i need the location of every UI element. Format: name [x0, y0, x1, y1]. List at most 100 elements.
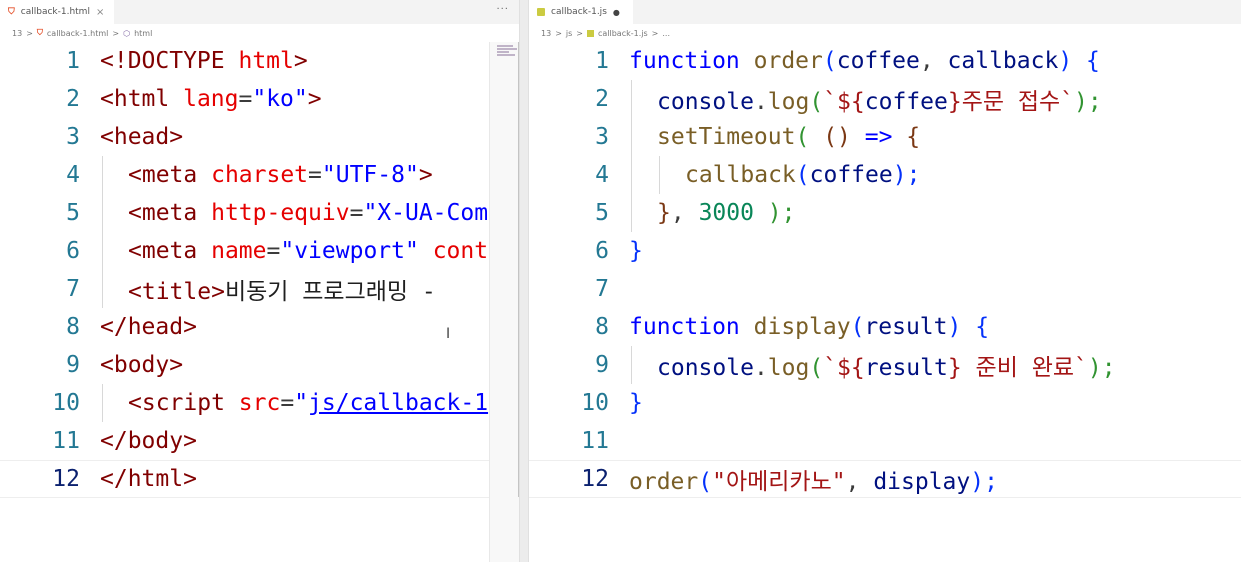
pane-splitter[interactable] — [519, 0, 529, 562]
line-number: 6 — [66, 238, 80, 264]
indent-guide — [631, 194, 632, 232]
line-content: <head> — [100, 124, 184, 150]
code-editor-js[interactable]: 1 function order(coffee, callback) { 2 c… — [529, 42, 1241, 562]
line-number: 5 — [66, 200, 80, 226]
line-content: console.log(`${coffee}주문 접수`); — [657, 89, 1102, 115]
js-file-icon — [586, 29, 594, 37]
vertical-scrollbar[interactable] — [489, 42, 519, 562]
indent-guide — [631, 80, 632, 118]
tab-callback-js[interactable]: callback-1.js ● — [529, 0, 633, 24]
line-number: 1 — [595, 48, 609, 74]
line-number: 9 — [66, 352, 80, 378]
line-number: 2 — [66, 86, 80, 112]
line-content: setTimeout( () => { — [657, 124, 921, 150]
line-number: 4 — [66, 162, 80, 188]
code-line: 2 console.log(`${coffee}주문 접수`); — [529, 80, 1241, 118]
breadcrumb-number: 13 — [12, 28, 23, 38]
line-number: 6 — [595, 238, 609, 264]
code-line: 10 } — [529, 384, 1241, 422]
code-line: 7 — [529, 270, 1241, 308]
line-content: } — [629, 390, 643, 416]
line-number: 12 — [581, 466, 609, 492]
unsaved-dot-icon[interactable]: ● — [613, 8, 620, 17]
breadcrumb-separator: > — [651, 28, 659, 38]
breadcrumb-separator: > — [112, 28, 120, 38]
line-number: 9 — [595, 352, 609, 378]
code-line: 3 <head> — [0, 118, 519, 156]
code-line: 9 console.log(`${result} 준비 완료`); — [529, 346, 1241, 384]
left-tab-bar: ⛉ callback-1.html × ··· — [0, 0, 519, 24]
code-line: 3 setTimeout( () => { — [529, 118, 1241, 156]
indent-guide — [102, 156, 103, 194]
code-line: 6 <meta name="viewport" cont — [0, 232, 519, 270]
code-line: 4 callback(coffee); — [529, 156, 1241, 194]
line-number: 11 — [52, 428, 80, 454]
tab-title: callback-1.js — [551, 7, 607, 17]
code-line: 9 <body> — [0, 346, 519, 384]
line-number: 4 — [595, 162, 609, 188]
breadcrumb: 13 > js > callback-1.js > ... — [529, 24, 1241, 42]
breadcrumb-number: 13 — [541, 28, 552, 38]
code-line: 1 <!DOCTYPE html> — [0, 42, 519, 80]
line-number: 7 — [66, 276, 80, 302]
code-line: 5 }, 3000 ); — [529, 194, 1241, 232]
line-content: <html lang="ko"> — [100, 86, 322, 112]
html5-file-icon: ⛉ — [8, 7, 15, 17]
code-line-current: 12 </html> — [0, 460, 519, 498]
line-number: 8 — [595, 314, 609, 340]
text-cursor-icon: I — [446, 326, 451, 342]
line-content: <meta http-equiv="X-UA-Com — [128, 200, 489, 226]
line-content: function display(result) { — [629, 314, 990, 340]
symbol-icon: ⬡ — [123, 28, 131, 38]
code-line: 11 </body> — [0, 422, 519, 460]
line-content: </head> — [100, 314, 197, 340]
script-src-link[interactable]: js/callback-1 — [308, 390, 488, 416]
indent-guide — [631, 346, 632, 384]
line-content: callback(coffee); — [685, 162, 921, 188]
indent-guide — [102, 194, 103, 232]
line-number: 1 — [66, 48, 80, 74]
line-content: order("아메리카노", display); — [629, 469, 998, 495]
code-line-current: 12 order("아메리카노", display); — [529, 460, 1241, 498]
line-number: 12 — [52, 466, 80, 492]
line-content: } — [629, 238, 643, 264]
line-content: <meta charset="UTF-8"> — [128, 162, 433, 188]
code-line: 2 <html lang="ko"> — [0, 80, 519, 118]
line-content: <!DOCTYPE html> — [100, 48, 308, 74]
breadcrumb-file[interactable]: callback-1.js — [598, 29, 648, 38]
close-icon[interactable]: × — [96, 7, 104, 18]
code-line: 1 function order(coffee, callback) { — [529, 42, 1241, 80]
breadcrumb-more[interactable]: ... — [662, 29, 670, 38]
line-number: 5 — [595, 200, 609, 226]
indent-guide — [102, 232, 103, 270]
code-line: 7 <title>비동기 프로그래밍 - — [0, 270, 519, 308]
breadcrumb-symbol[interactable]: html — [134, 29, 152, 38]
tab-callback-html[interactable]: ⛉ callback-1.html × — [0, 0, 114, 24]
breadcrumb: 13 > ⛉ callback-1.html > ⬡ html — [0, 24, 519, 42]
right-editor-group: callback-1.js ● 13 > js > callback-1.js … — [529, 0, 1241, 562]
line-number: 10 — [581, 390, 609, 416]
breadcrumb-file[interactable]: callback-1.html — [47, 29, 109, 38]
code-line: 6 } — [529, 232, 1241, 270]
code-line: 10 <script src="js/callback-1 — [0, 384, 519, 422]
line-content: }, 3000 ); — [657, 200, 796, 226]
code-line: 8 </head> — [0, 308, 519, 346]
breadcrumb-folder[interactable]: js — [566, 29, 572, 38]
minimap[interactable] — [497, 44, 517, 60]
line-content: function order(coffee, callback) { — [629, 48, 1100, 74]
line-number: 10 — [52, 390, 80, 416]
line-content: </html> — [100, 466, 197, 492]
line-content: <body> — [100, 352, 184, 378]
more-actions-icon[interactable]: ··· — [496, 4, 509, 15]
html5-file-icon: ⛉ — [36, 28, 43, 37]
line-content: </body> — [100, 428, 197, 454]
code-editor-html[interactable]: 1 <!DOCTYPE html> 2 <html lang="ko"> 3 <… — [0, 42, 519, 562]
breadcrumb-separator: > — [555, 28, 562, 38]
line-number: 2 — [595, 86, 609, 112]
line-content: console.log(`${result} 준비 완료`); — [657, 355, 1116, 381]
code-line: 11 — [529, 422, 1241, 460]
breadcrumb-separator: > — [26, 28, 33, 38]
indent-guide — [631, 156, 632, 194]
line-number: 3 — [66, 124, 80, 150]
line-number: 3 — [595, 124, 609, 150]
